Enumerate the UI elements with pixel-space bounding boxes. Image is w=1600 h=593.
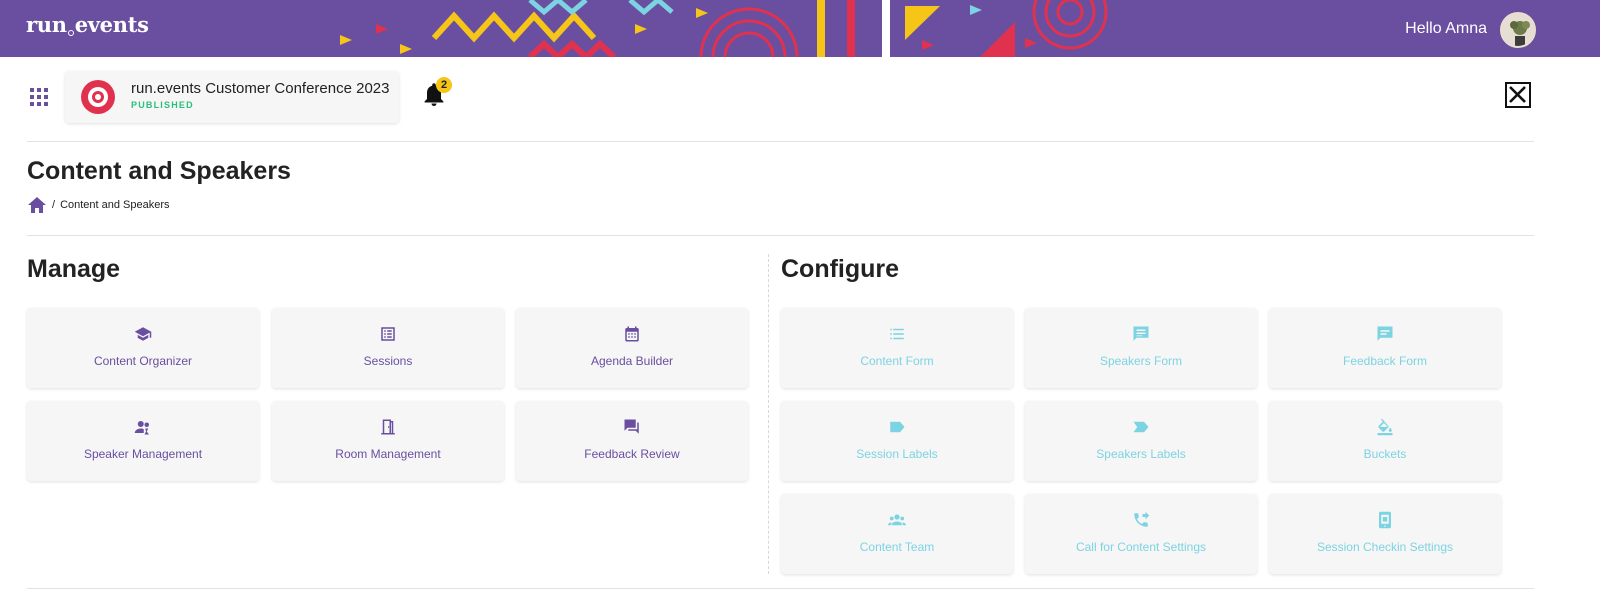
user-avatar[interactable] <box>1500 12 1536 48</box>
tile-label: Session Labels <box>856 447 938 461</box>
breadcrumb-current: Content and Speakers <box>60 199 170 211</box>
home-icon[interactable] <box>28 197 46 213</box>
message-lines-icon <box>1133 326 1149 341</box>
paint-bucket-icon <box>1377 418 1393 436</box>
calendar-icon <box>625 326 639 342</box>
runevents-logo[interactable]: run events <box>26 12 149 37</box>
mobile-checkin-icon <box>1379 511 1391 529</box>
footer-divider <box>27 588 1534 589</box>
group-icon <box>888 514 906 526</box>
feedback-form-tile[interactable]: Feedback Form <box>1269 308 1501 388</box>
tile-label: Session Checkin Settings <box>1316 540 1454 554</box>
speaker-management-tile[interactable]: Speaker Management <box>27 401 259 481</box>
event-title: run.events Customer Conference 2023 <box>131 80 390 97</box>
logo-text-run: run <box>26 12 67 37</box>
tile-label: Content Form <box>860 354 934 368</box>
tile-label: Content Organizer <box>93 354 193 368</box>
label-important-icon <box>1133 421 1149 433</box>
content-form-tile[interactable]: Content Form <box>781 308 1013 388</box>
tile-label: Content Team <box>859 540 935 554</box>
banner-decoration <box>340 0 1108 57</box>
tile-label: Agenda Builder <box>590 354 674 368</box>
close-icon <box>1509 86 1526 103</box>
section-separator <box>768 254 769 574</box>
phone-forward-icon <box>1134 511 1150 527</box>
target-icon <box>88 87 108 107</box>
label-icon <box>890 421 905 433</box>
sessions-tile[interactable]: Sessions <box>272 308 504 388</box>
tile-label: Speakers Labels <box>1096 447 1186 461</box>
breadcrumb-separator: / <box>52 199 56 211</box>
session-labels-tile[interactable]: Session Labels <box>781 401 1013 481</box>
message-box-icon <box>1377 326 1393 341</box>
agenda-builder-tile[interactable]: Agenda Builder <box>516 308 748 388</box>
tile-label: Speaker Management <box>83 447 203 461</box>
tile-label: Sessions <box>363 354 413 368</box>
tile-label: Buckets <box>1363 447 1407 461</box>
session-checkin-settings-tile[interactable]: Session Checkin Settings <box>1269 494 1501 574</box>
content-organizer-tile[interactable]: Content Organizer <box>27 308 259 388</box>
event-selector[interactable]: run.events Customer Conference 2023 PUBL… <box>65 71 399 123</box>
manage-section-title: Manage <box>27 255 121 283</box>
apps-grid-icon[interactable] <box>30 88 48 106</box>
notification-count-badge: 2 <box>436 77 452 93</box>
configure-section-title: Configure <box>781 255 900 283</box>
avatar-image <box>1502 14 1534 46</box>
call-for-content-settings-tile[interactable]: Call for Content Settings <box>1025 494 1257 574</box>
tile-label: Feedback Review <box>584 447 680 461</box>
tile-label: Speakers Form <box>1099 354 1183 368</box>
close-button[interactable] <box>1505 82 1531 108</box>
event-logo <box>81 80 115 114</box>
tile-label: Feedback Form <box>1342 354 1428 368</box>
content-team-tile[interactable]: Content Team <box>781 494 1013 574</box>
room-management-tile[interactable]: Room Management <box>272 401 504 481</box>
page-title: Content and Speakers <box>27 157 291 185</box>
logo-dot <box>67 30 74 36</box>
breadcrumb: / Content and Speakers <box>28 197 170 213</box>
event-status-badge: PUBLISHED <box>131 100 194 110</box>
door-icon <box>381 419 395 435</box>
user-greeting: Hello Amna <box>1405 20 1487 37</box>
tile-label: Call for Content Settings <box>1075 540 1207 554</box>
buckets-tile[interactable]: Buckets <box>1269 401 1501 481</box>
list-box-icon <box>381 327 395 341</box>
speakers-labels-tile[interactable]: Speakers Labels <box>1025 401 1257 481</box>
feedback-review-tile[interactable]: Feedback Review <box>516 401 748 481</box>
chat-bubbles-icon <box>624 419 639 434</box>
graduation-cap-icon <box>134 327 152 341</box>
speaker-person-icon <box>134 421 149 435</box>
top-banner: run events Hello Amna <box>0 0 1600 57</box>
speakers-form-tile[interactable]: Speakers Form <box>1025 308 1257 388</box>
title-divider <box>27 235 1534 236</box>
header-divider <box>27 141 1534 142</box>
logo-text-events: events <box>74 12 149 37</box>
bullet-list-icon <box>890 328 904 340</box>
tile-label: Room Management <box>335 447 441 461</box>
